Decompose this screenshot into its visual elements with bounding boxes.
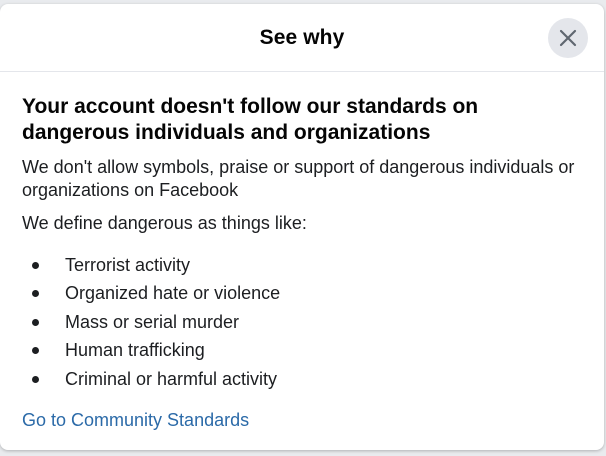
bullet-icon <box>32 375 39 383</box>
bullet-icon <box>32 261 39 269</box>
bullet-icon <box>32 318 39 326</box>
violation-heading: Your account doesn't follow our standard… <box>22 95 479 144</box>
close-button[interactable] <box>548 18 588 58</box>
list-item: Criminal or harmful activity <box>22 365 582 394</box>
list-item-label: Criminal or harmful activity <box>65 368 278 389</box>
list-item: Mass or serial murder <box>22 308 582 337</box>
policy-description: We don't allow symbols, praise or suppor… <box>22 157 575 200</box>
list-item-label: Terrorist activity <box>65 254 191 275</box>
list-item: Human trafficking <box>22 337 582 366</box>
list-item-label: Human trafficking <box>65 340 205 361</box>
bullet-icon <box>32 290 39 298</box>
definition-intro: We define dangerous as things like: <box>22 213 307 233</box>
see-why-dialog: See why Your account doesn't follow our … <box>0 4 604 450</box>
dialog-header: See why <box>0 4 604 72</box>
list-item: Terrorist activity <box>22 251 582 280</box>
dialog-title: See why <box>259 25 345 49</box>
dialog-body: Your account doesn't follow our standard… <box>0 72 604 431</box>
bullet-icon <box>32 347 39 355</box>
close-icon <box>558 28 578 48</box>
list-item-label: Mass or serial murder <box>65 311 240 332</box>
dangerous-examples-list: Terrorist activity Organized hate or vio… <box>22 251 582 394</box>
list-item-label: Organized hate or violence <box>65 283 281 304</box>
list-item: Organized hate or violence <box>22 280 582 309</box>
community-standards-link[interactable]: Go to Community Standards <box>22 410 249 431</box>
